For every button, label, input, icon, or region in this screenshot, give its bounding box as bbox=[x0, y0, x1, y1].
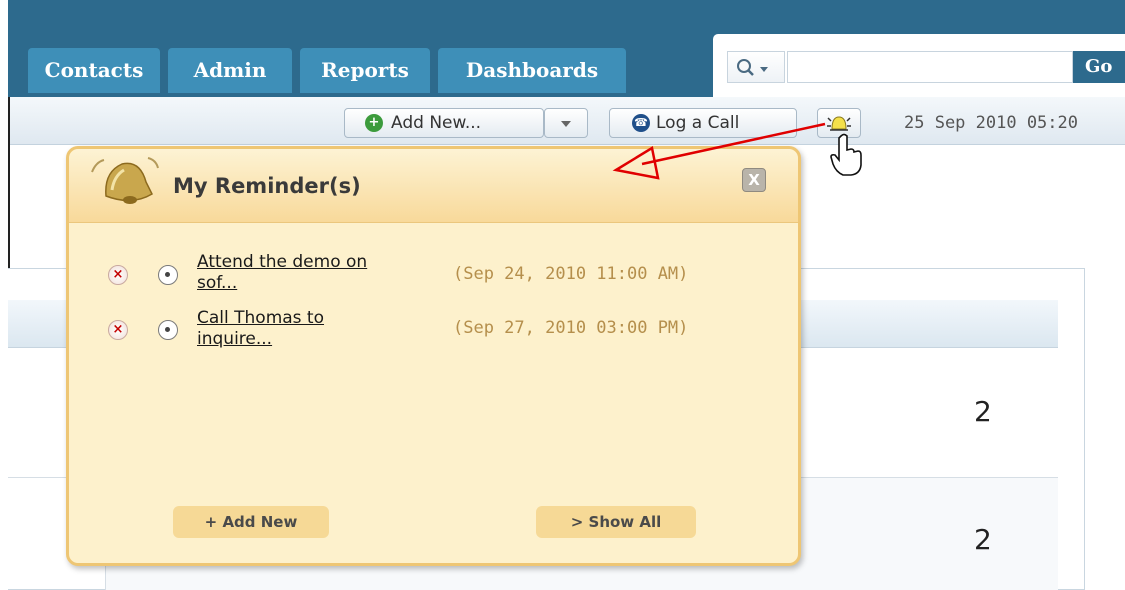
add-new-label: Add New... bbox=[391, 113, 482, 133]
tab-dashboards[interactable]: Dashboards bbox=[438, 48, 626, 93]
delete-icon[interactable]: × bbox=[108, 265, 128, 285]
add-new-reminder-button[interactable]: + Add New bbox=[173, 506, 329, 538]
plus-icon: + bbox=[365, 114, 383, 132]
go-button[interactable]: Go bbox=[1073, 51, 1125, 83]
annotation-arrow bbox=[612, 122, 826, 180]
reminder-link-line1: Call Thomas to bbox=[197, 308, 325, 328]
search-input[interactable] bbox=[787, 51, 1073, 83]
add-new-dropdown-button[interactable] bbox=[544, 108, 588, 138]
hand-cursor-icon bbox=[830, 133, 862, 176]
delete-icon[interactable]: × bbox=[108, 320, 128, 340]
reminder-link[interactable]: Attend the demo on sof... bbox=[197, 252, 437, 294]
reminder-date: (Sep 24, 2010 11:00 AM) bbox=[453, 264, 689, 284]
reminders-popup-title: My Reminder(s) bbox=[173, 174, 361, 198]
reminder-link-line1: Attend the demo on bbox=[197, 252, 368, 272]
reminder-date: (Sep 27, 2010 03:00 PM) bbox=[453, 318, 689, 338]
reminder-link-line2: inquire... bbox=[197, 329, 273, 349]
tab-reports[interactable]: Reports bbox=[300, 48, 430, 93]
reminder-link[interactable]: Call Thomas to inquire... bbox=[197, 308, 437, 350]
tab-contacts[interactable]: Contacts bbox=[28, 48, 160, 93]
snooze-icon[interactable] bbox=[158, 265, 178, 285]
show-all-button[interactable]: > Show All bbox=[536, 506, 696, 538]
dropdown-arrow-icon bbox=[561, 121, 571, 127]
search-icon bbox=[737, 59, 768, 76]
table-cell-value: 2 bbox=[974, 395, 992, 428]
tab-admin[interactable]: Admin bbox=[168, 48, 292, 93]
add-new-button[interactable]: + Add New... bbox=[344, 108, 544, 138]
current-datetime: 25 Sep 2010 05:20 bbox=[904, 113, 1078, 133]
table-cell-value: 2 bbox=[974, 523, 992, 556]
search-scope-dropdown[interactable] bbox=[727, 51, 785, 83]
reminder-link-line2: sof... bbox=[197, 273, 238, 293]
reminder-bell-icon bbox=[91, 157, 159, 204]
snooze-icon[interactable] bbox=[158, 320, 178, 340]
